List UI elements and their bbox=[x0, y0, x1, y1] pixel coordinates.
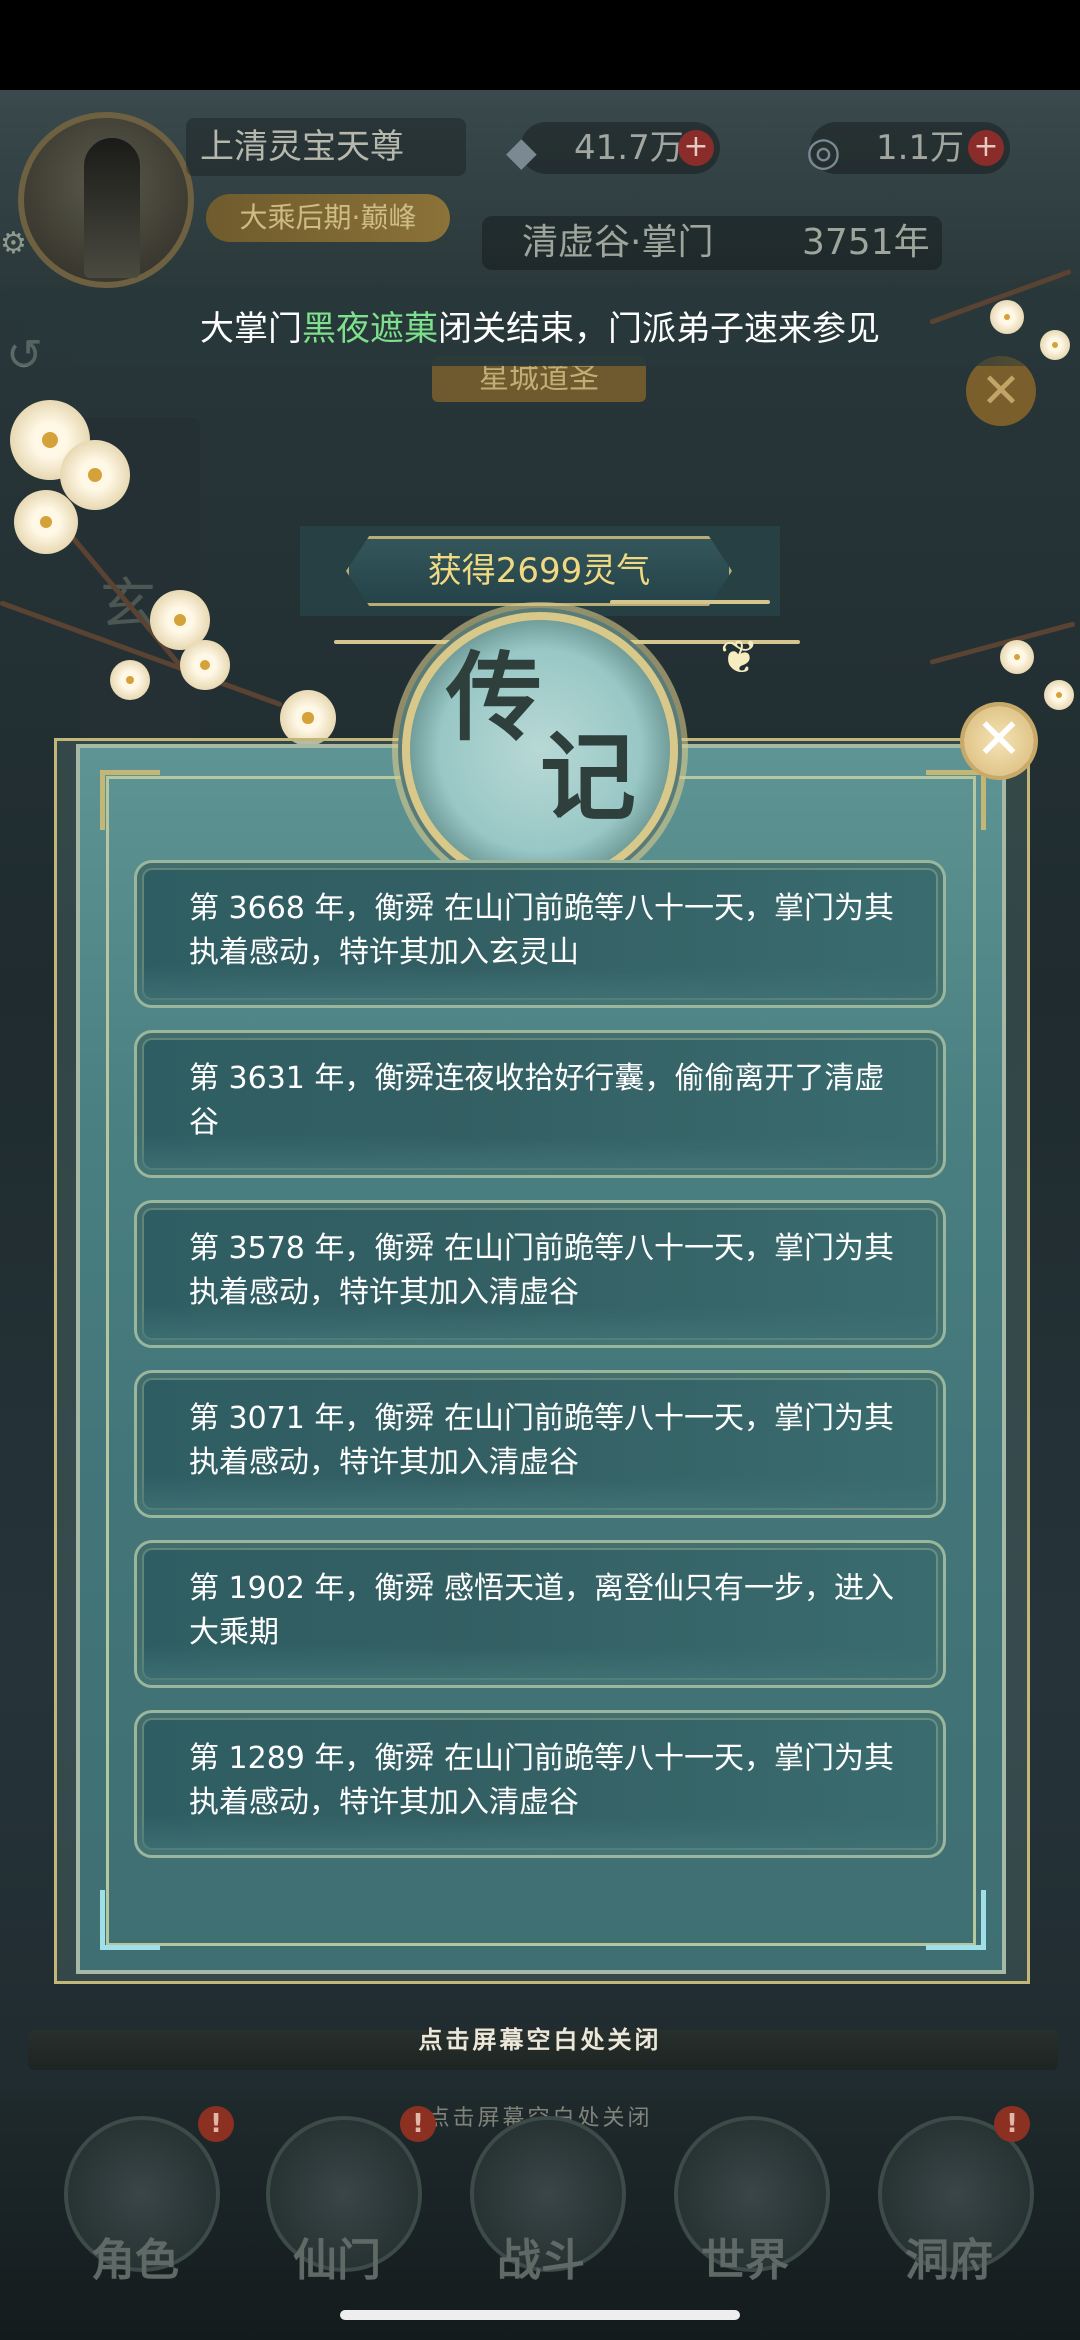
entry-text: 第 3668 年，衡舜 在山门前跪等八十一天，掌门为其执着感动，特许其加入玄灵山 bbox=[189, 891, 894, 970]
resource-value: 1.1万 bbox=[876, 128, 965, 168]
reward-label: 获得2699灵气 bbox=[346, 536, 732, 606]
biography-entry: 第 3578 年，衡舜 在山门前跪等八十一天，掌门为其执着感动，特许其加入清虚谷 bbox=[134, 1200, 946, 1348]
biography-entry: 第 3631 年，衡舜连夜收拾好行囊，偷偷离开了清虚谷 bbox=[134, 1030, 946, 1178]
add-spirit-stone-button[interactable]: + bbox=[678, 130, 714, 166]
announcement-banner: 大掌门黑夜遮菓闭关结束，门派弟子速来参见 bbox=[0, 292, 1080, 366]
entry-text: 第 3578 年，衡舜 在山门前跪等八十一天，掌门为其执着感动，特许其加入清虚谷 bbox=[189, 1231, 894, 1310]
biography-entry: 第 1289 年，衡舜 在山门前跪等八十一天，掌门为其执着感动，特许其加入清虚谷 bbox=[134, 1710, 946, 1858]
alert-badge: ! bbox=[198, 2106, 234, 2142]
location-name: 清虚谷·掌门 bbox=[522, 222, 714, 263]
tab-world[interactable]: 世界 bbox=[660, 2106, 830, 2336]
medallion-title: 传 记 bbox=[430, 610, 670, 834]
biography-entry: 第 3668 年，衡舜 在山门前跪等八十一天，掌门为其执着感动，特许其加入玄灵山 bbox=[134, 860, 946, 1008]
alert-badge: ! bbox=[994, 2106, 1030, 2142]
game-year: 3751年 bbox=[802, 222, 930, 263]
tab-label: 战斗 bbox=[497, 2235, 585, 2286]
close-hint[interactable]: 点击屏幕空白处关闭 bbox=[0, 2020, 1080, 2055]
medallion-char: 传 bbox=[446, 641, 542, 754]
medallion-char: 记 bbox=[540, 721, 636, 834]
player-avatar[interactable] bbox=[18, 112, 194, 288]
announcement-highlight: 黑夜遮菓 bbox=[302, 309, 438, 349]
corner-ornament bbox=[100, 1890, 160, 1950]
entry-text: 第 1289 年，衡舜 在山门前跪等八十一天，掌门为其执着感动，特许其加入清虚谷 bbox=[189, 1741, 894, 1820]
tab-role[interactable]: 角色 ! bbox=[50, 2106, 234, 2336]
close-button[interactable]: ✕ bbox=[964, 706, 1034, 776]
gear-icon[interactable]: ⚙ bbox=[0, 226, 27, 261]
avatar-figure bbox=[84, 138, 140, 278]
status-bar-area bbox=[0, 0, 1080, 100]
tab-label: 仙门 bbox=[293, 2235, 381, 2286]
biography-entry: 第 3071 年，衡舜 在山门前跪等八十一天，掌门为其执着感动，特许其加入清虚谷 bbox=[134, 1370, 946, 1518]
tab-label: 洞府 bbox=[905, 2235, 993, 2286]
butterfly-icon: ❦ bbox=[720, 630, 759, 684]
entry-text: 第 3071 年，衡舜 在山门前跪等八十一天，掌门为其执着感动，特许其加入清虚谷 bbox=[189, 1401, 894, 1480]
rank-badge: 大乘后期·巅峰 bbox=[206, 194, 450, 242]
tab-cave[interactable]: 洞府 ! bbox=[864, 2106, 1034, 2336]
tab-label: 角色 bbox=[91, 2235, 179, 2286]
spirit-qi-icon: ◎ bbox=[806, 129, 841, 175]
corner-ornament bbox=[100, 770, 160, 830]
announcement-prefix: 大掌门 bbox=[200, 309, 302, 349]
corner-ornament bbox=[926, 770, 986, 830]
resource-spirit-qi: ◎ 1.1万 + bbox=[806, 122, 1010, 175]
tab-sect[interactable]: 仙门 ! bbox=[252, 2106, 436, 2336]
decor-streak bbox=[610, 600, 770, 604]
resource-spirit-stone: ◆ 41.7万 + bbox=[506, 122, 720, 175]
player-name: 上清灵宝天尊 bbox=[186, 118, 466, 176]
alert-badge: ! bbox=[400, 2106, 436, 2142]
tab-battle[interactable]: 战斗 bbox=[456, 2106, 626, 2336]
spirit-stone-icon: ◆ bbox=[506, 129, 537, 175]
announcement-suffix: 闭关结束，门派弟子速来参见 bbox=[438, 309, 880, 349]
corner-ornament bbox=[926, 1890, 986, 1950]
resource-value: 41.7万 bbox=[574, 128, 684, 168]
tab-label: 世界 bbox=[701, 2235, 789, 2286]
background-close-icon: ✕ bbox=[966, 356, 1036, 426]
entry-text: 第 1902 年，衡舜 感悟天道，离登仙只有一步，进入大乘期 bbox=[189, 1571, 894, 1650]
entry-text: 第 3631 年，衡舜连夜收拾好行囊，偷偷离开了清虚谷 bbox=[189, 1061, 885, 1140]
location-bar: 清虚谷·掌门 3751年 bbox=[482, 216, 942, 270]
home-indicator[interactable] bbox=[340, 2310, 740, 2320]
biography-entry: 第 1902 年，衡舜 感悟天道，离登仙只有一步，进入大乘期 bbox=[134, 1540, 946, 1688]
add-spirit-qi-button[interactable]: + bbox=[968, 130, 1004, 166]
